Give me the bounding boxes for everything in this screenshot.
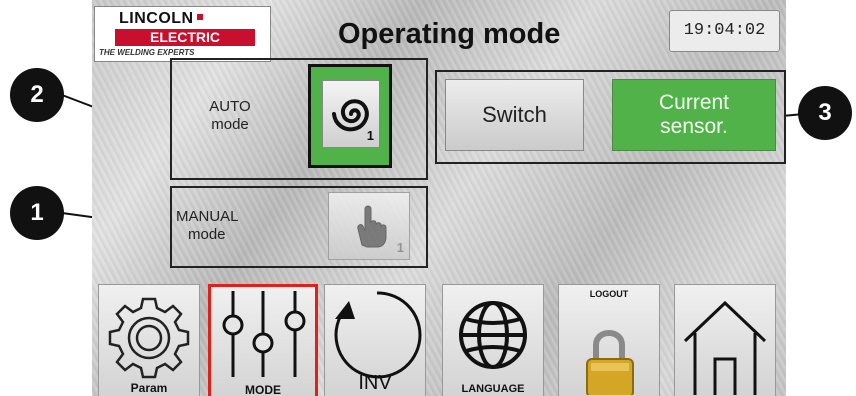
logo-brand-bottom: ELECTRIC [115,29,255,46]
manual-mode-label-line2: mode [188,226,226,243]
manual-mode-panel: MANUAL mode 1 [170,186,428,268]
auto-mode-panel: AUTO mode 1 [170,58,428,180]
logo-brand-top: LINCOLN [119,10,203,27]
manual-mode-button[interactable]: 1 [328,192,410,260]
current-sensor-label-line1: Current [658,91,730,114]
param-nav-label: Param [130,381,168,395]
gear-icon [108,297,190,379]
switch-button[interactable]: Switch [445,79,584,151]
mode-nav-button[interactable]: MODE [208,284,318,396]
clock-display: 19:04:02 [669,10,780,52]
manual-mode-channel: 1 [396,240,404,255]
param-nav-button[interactable]: Param [98,284,200,396]
auto-mode-label-line1: AUTO [209,98,251,115]
globe-icon [459,301,527,369]
mode-nav-label: MODE [245,383,281,396]
callout-badge-2: 2 [10,68,64,122]
callout-badge-3: 3 [798,86,852,140]
current-sensor-label-line2: sensor. [660,115,728,138]
logout-nav-button[interactable]: LOGOUT [558,284,660,396]
current-sensor-button[interactable]: Current sensor. [612,79,776,151]
brand-logo: LINCOLN ELECTRIC THE WELDING EXPERTS [94,6,271,62]
language-nav-label: LANGUAGE [461,383,525,395]
padlock-icon [586,330,634,395]
inv-nav-button[interactable]: INV [324,284,426,396]
language-nav-button[interactable]: LANGUAGE [442,284,544,396]
page-title: Operating mode [338,18,561,50]
callout-badge-1: 1 [10,186,64,240]
sliders-icon [222,291,306,377]
inv-nav-label: INV [358,372,392,394]
auto-mode-label-line2: mode [211,116,249,133]
auto-mode-channel: 1 [366,128,374,143]
auto-mode-button[interactable]: 1 [308,64,392,168]
auto-mode-button-face: 1 [322,80,380,148]
hmi-screen: LINCOLN ELECTRIC THE WELDING EXPERTS Ope… [92,0,786,396]
sensor-panel: Switch Current sensor. [435,70,786,164]
manual-mode-label-line1: MANUAL [176,208,239,225]
home-icon [683,300,767,395]
home-nav-button[interactable] [674,284,776,396]
manual-mode-label: MANUAL mode [176,208,246,244]
auto-mode-label: AUTO mode [190,98,270,134]
logo-tagline: THE WELDING EXPERTS [99,48,195,57]
